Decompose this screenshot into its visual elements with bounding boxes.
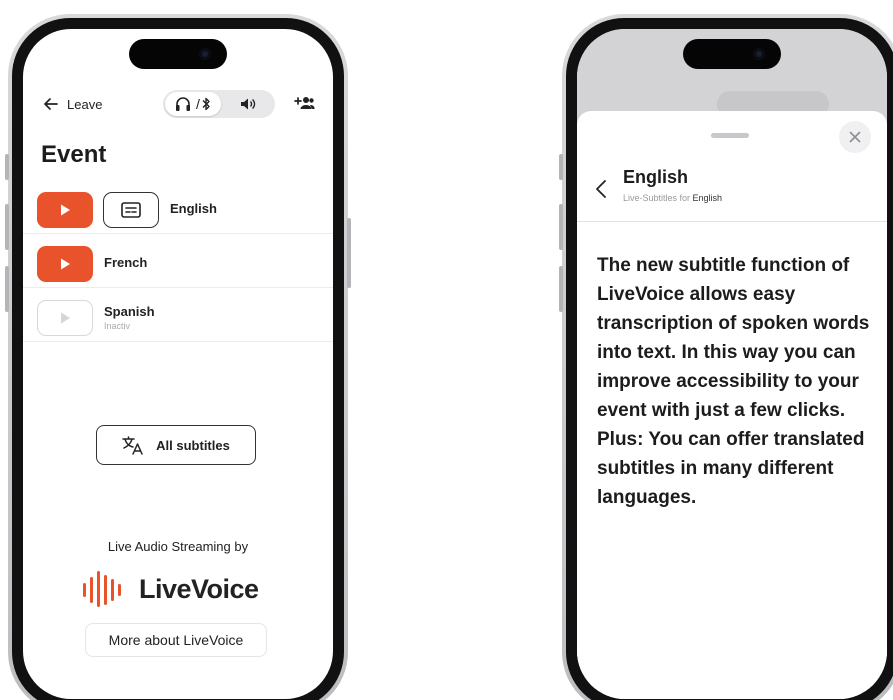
add-user-icon[interactable]	[293, 95, 315, 111]
phone-mute-switch	[5, 154, 9, 180]
phone-power-button	[347, 218, 351, 288]
event-screen: Leave / Event English French Spanish Ina…	[23, 29, 333, 699]
play-icon	[61, 258, 70, 270]
subtitles-screen: English Live-Subtitles for English The n…	[577, 29, 887, 699]
language-name: Spanish	[104, 304, 155, 319]
more-about-button[interactable]: More about LiveVoice	[85, 623, 267, 657]
audio-output-toggle[interactable]: /	[163, 90, 275, 118]
language-name: English	[170, 201, 217, 216]
play-button-inactive[interactable]	[37, 300, 93, 336]
leave-label: Leave	[67, 96, 103, 112]
translate-icon	[122, 436, 143, 455]
leave-button[interactable]: Leave	[43, 96, 102, 112]
speaker-icon	[241, 98, 256, 110]
all-subtitles-button[interactable]: All subtitles	[96, 425, 256, 465]
play-button[interactable]	[37, 246, 93, 282]
toggle-separator: /	[196, 96, 200, 112]
sheet-subtitle: Live-Subtitles for English	[623, 193, 722, 203]
language-status: Inactiv	[104, 321, 131, 331]
livevoice-logo: LiveVoice	[81, 569, 259, 609]
sheet-title: English	[623, 167, 689, 187]
divider	[577, 221, 887, 222]
top-bar: Leave /	[23, 89, 333, 123]
phone-volume-up	[559, 204, 563, 250]
phone-volume-down	[559, 266, 563, 312]
sheet-subtitle-language: English	[692, 193, 723, 203]
subtitles-button[interactable]	[103, 192, 159, 228]
subtitles-icon	[121, 202, 141, 218]
brand-name: LiveVoice	[139, 573, 259, 604]
more-about-label: More about LiveVoice	[108, 632, 244, 648]
play-icon	[61, 204, 70, 216]
chevron-left-icon[interactable]	[595, 179, 607, 199]
play-button[interactable]	[37, 192, 93, 228]
phone-volume-down	[5, 266, 9, 312]
all-subtitles-label: All subtitles	[156, 437, 230, 453]
phone-subtitles-screen: English Live-Subtitles for English The n…	[559, 14, 893, 700]
soundwave-logo-icon	[83, 571, 121, 607]
powered-by-text: Live Audio Streaming by	[107, 539, 249, 554]
dynamic-island	[129, 39, 227, 69]
language-row-spanish[interactable]: Spanish Inactiv	[23, 289, 333, 342]
headphones-option[interactable]: /	[165, 92, 221, 116]
close-button[interactable]	[839, 121, 871, 153]
language-name: French	[104, 255, 148, 270]
dynamic-island	[683, 39, 781, 69]
language-row-french[interactable]: French	[23, 235, 333, 288]
phone-event-screen: Leave / Event English French Spanish Ina…	[5, 14, 351, 700]
sheet-subtitle-prefix: Live-Subtitles for	[623, 193, 691, 203]
page-title: Event	[41, 141, 107, 168]
phone-mute-switch	[559, 154, 563, 180]
language-row-english[interactable]: English	[23, 181, 333, 234]
subtitles-sheet: English Live-Subtitles for English The n…	[577, 111, 887, 699]
subtitle-text: The new subtitle function of LiveVoice a…	[597, 255, 870, 508]
camera-icon	[199, 48, 211, 60]
sheet-grabber[interactable]	[711, 133, 749, 138]
arrow-left-icon	[44, 98, 58, 110]
bluetooth-icon	[202, 97, 210, 111]
phone-volume-up	[5, 204, 9, 250]
camera-icon	[753, 48, 765, 60]
close-icon	[849, 131, 861, 143]
headphones-icon	[176, 97, 191, 111]
play-icon	[61, 312, 70, 324]
speaker-option[interactable]	[223, 92, 273, 116]
